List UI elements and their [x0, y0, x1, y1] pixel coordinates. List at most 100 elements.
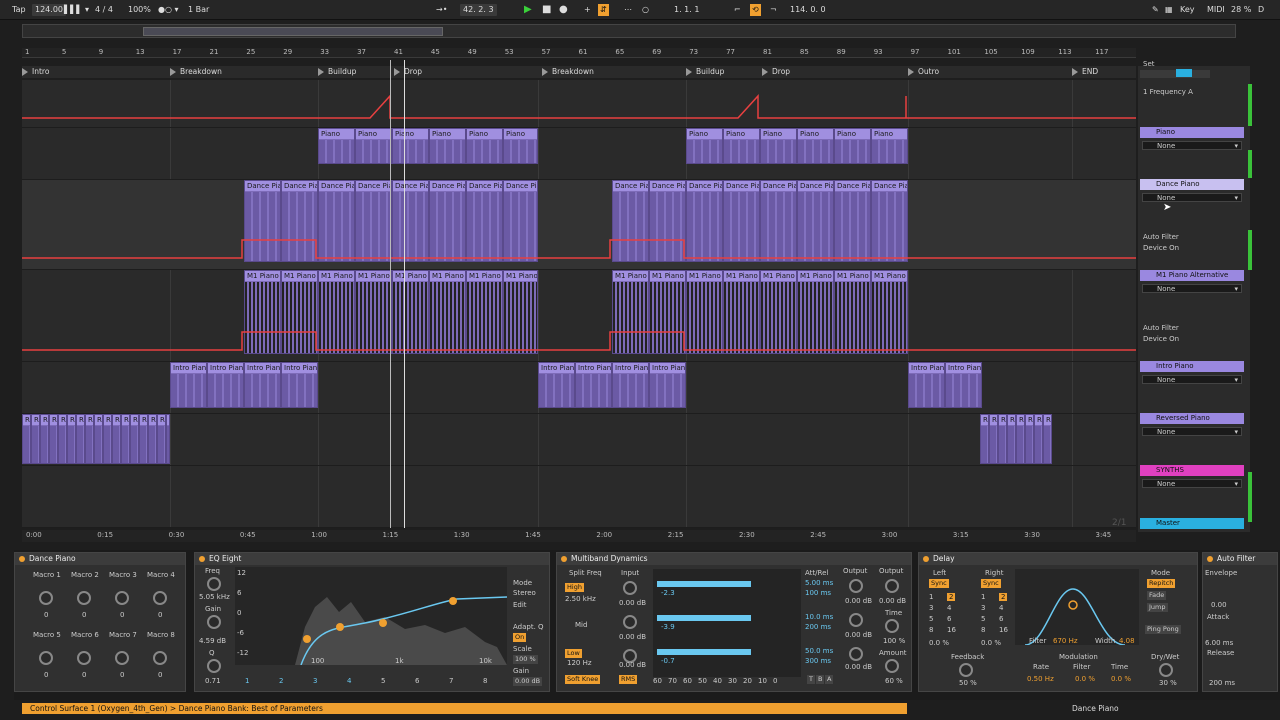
locator-2[interactable]: Buildup [318, 66, 356, 78]
computer-keyboard-icon[interactable]: ▦ [1165, 4, 1173, 16]
delay-beat-4[interactable]: 4 [999, 604, 1003, 612]
mbd-att-value[interactable]: 100 ms [805, 589, 831, 597]
stop-icon[interactable]: ■ [542, 4, 551, 16]
auto-filter-device[interactable]: Auto Filter Envelope 0.00 Attack 6.00 ms… [1202, 552, 1278, 692]
delay-pingpong[interactable]: Ping Pong [1145, 625, 1181, 634]
key-map-button[interactable]: Key [1180, 4, 1195, 16]
delay-beat-3[interactable]: 3 [929, 604, 933, 612]
delay-beat-16[interactable]: 16 [947, 626, 956, 634]
macro-knob[interactable] [39, 651, 53, 665]
mbd-a-button[interactable]: A [825, 675, 834, 684]
macro-knob[interactable] [153, 651, 167, 665]
position-field[interactable]: 42. 2. 3 [460, 4, 497, 16]
eq-band-2[interactable]: 2 [279, 677, 283, 685]
mbd-out-high-knob[interactable] [849, 579, 863, 593]
locator-8[interactable]: END [1072, 66, 1098, 78]
mbd-att-value[interactable]: 10.0 ms [805, 613, 833, 621]
delay-beat-5[interactable]: 5 [929, 615, 933, 623]
mbd-input-high-knob[interactable] [623, 581, 637, 595]
macro-knob[interactable] [153, 591, 167, 605]
arrangement-view[interactable]: Piano Piano Piano Piano Piano Piano Piano Piano… [22, 80, 1136, 528]
delay-beat-4[interactable]: 4 [947, 604, 951, 612]
mbd-soft-knee[interactable]: Soft Knee [565, 675, 601, 684]
mbd-att-value[interactable]: 50.0 ms [805, 647, 833, 655]
mbd-t-button[interactable]: T [807, 675, 815, 684]
macro-knob[interactable] [77, 591, 91, 605]
delay-beat-6[interactable]: 6 [947, 615, 951, 623]
track-piano[interactable]: Piano [1140, 127, 1244, 138]
track-dance-piano[interactable]: Dance Piano [1140, 179, 1244, 190]
overview-window[interactable] [143, 27, 443, 36]
automation-line-1[interactable] [22, 239, 1136, 259]
eq-scale-value[interactable]: 100 % [513, 655, 538, 664]
add-icon[interactable]: + [584, 4, 591, 16]
macro-knob[interactable] [115, 591, 129, 605]
mbd-input-mid-knob[interactable] [623, 615, 637, 629]
mbd-time-knob[interactable] [885, 619, 899, 633]
eq-band-1[interactable]: 1 [245, 677, 249, 685]
delay-beat-2[interactable]: 2 [999, 593, 1008, 601]
delay-beat-1[interactable]: 1 [929, 593, 933, 601]
delay-beat-5[interactable]: 5 [981, 615, 985, 623]
delay-repitch[interactable]: Repitch [1147, 579, 1176, 588]
macro-knob[interactable] [39, 591, 53, 605]
delay-width-value[interactable]: 4.08 [1119, 637, 1135, 645]
mbd-low-freq[interactable]: 120 Hz [567, 659, 592, 667]
delay-right-sync[interactable]: Sync [981, 579, 1001, 588]
automation-arm-icon[interactable]: ⇵ [598, 4, 609, 16]
eq-band-7[interactable]: 7 [449, 677, 453, 685]
zoom-field[interactable]: 100% [128, 4, 151, 16]
mbd-amount-knob[interactable] [885, 659, 899, 673]
mbd-high-freq[interactable]: 2.50 kHz [565, 595, 596, 603]
delay-beat-3[interactable]: 3 [981, 604, 985, 612]
delay-beat-1[interactable]: 1 [981, 593, 985, 601]
eq-band-3[interactable]: 3 [313, 677, 317, 685]
time-ruler[interactable]: 0:00 0:15 0:30 0:45 1:00 1:15 1:30 1:45 2:00 2:15… [22, 530, 1136, 542]
loop-length-field[interactable]: 114. 0. 0 [790, 4, 826, 16]
delay-beat-6[interactable]: 6 [999, 615, 1003, 623]
track-synths[interactable]: SYNTHS [1140, 465, 1244, 476]
tap-button[interactable]: Tap [12, 4, 26, 16]
beat-ruler[interactable]: 1 5 9 13 17 21 25 29 33 37 41 45 49 53 57 61 65 69 73 77 81 8… [22, 48, 1136, 58]
select-dance-piano[interactable]: None [1142, 193, 1242, 202]
punch-out-icon[interactable]: ¬ [770, 4, 777, 16]
locator-5[interactable]: Buildup [686, 66, 724, 78]
mbd-rms[interactable]: RMS [619, 675, 638, 684]
eq-adapt-on[interactable]: On [513, 633, 527, 642]
locator-0[interactable]: Intro [22, 66, 49, 78]
automation-line-0[interactable] [22, 94, 1136, 119]
mbd-att-value[interactable]: 5.00 ms [805, 579, 833, 587]
delay-beat-8[interactable]: 8 [981, 626, 985, 634]
record-icon[interactable]: ● [559, 4, 568, 16]
eq-band-8[interactable]: 8 [483, 677, 487, 685]
select-intro-piano[interactable]: None [1142, 375, 1242, 384]
eq-eight-device[interactable]: EQ Eight Freq 5.05 kHz Gain 4.59 dB Q 0.… [194, 552, 550, 692]
draw-mode-icon[interactable]: ✎ [1152, 4, 1159, 16]
mbd-att-value[interactable]: 200 ms [805, 623, 831, 631]
eq-gain2-value[interactable]: 0.00 dB [513, 677, 543, 686]
punch-icon[interactable]: ⌐ [734, 4, 741, 16]
arm-icon[interactable] [1176, 69, 1192, 77]
quantize-select[interactable]: 1 Bar [188, 4, 209, 16]
track-master[interactable]: Master [1140, 518, 1244, 529]
automation-line-2[interactable] [22, 331, 1136, 351]
time-signature[interactable]: 4 / 4 [95, 4, 113, 16]
delay-rate-value[interactable]: 0.50 Hz [1027, 675, 1054, 683]
eq-freq-knob[interactable] [207, 577, 221, 591]
overdub-icon[interactable]: ○ [642, 4, 649, 16]
macro-knob[interactable] [115, 651, 129, 665]
eq-q-knob[interactable] [207, 659, 221, 673]
tempo-field[interactable]: 124.00 [32, 4, 66, 16]
delay-mfilter-value[interactable]: 0.0 % [1075, 675, 1095, 683]
instrument-rack[interactable]: Dance Piano Macro 1 0 Macro 2 0 Macro 3 0 Macr… [14, 552, 186, 692]
mbd-b-button[interactable]: B [816, 675, 825, 684]
play-icon[interactable]: ▶ [524, 4, 532, 16]
eq-band-4[interactable]: 4 [347, 677, 351, 685]
eq-gain-knob[interactable] [207, 615, 221, 629]
delay-filter-display[interactable] [1015, 569, 1139, 645]
loop-icon[interactable]: ●○ ▾ [158, 4, 179, 16]
session-record-icon[interactable]: ⋯ [624, 4, 632, 16]
multiband-dynamics-device[interactable]: Multiband Dynamics Split Freq High 2.50 … [556, 552, 912, 692]
mbd-low-button[interactable]: Low [565, 649, 582, 658]
locator-4[interactable]: Breakdown [542, 66, 594, 78]
